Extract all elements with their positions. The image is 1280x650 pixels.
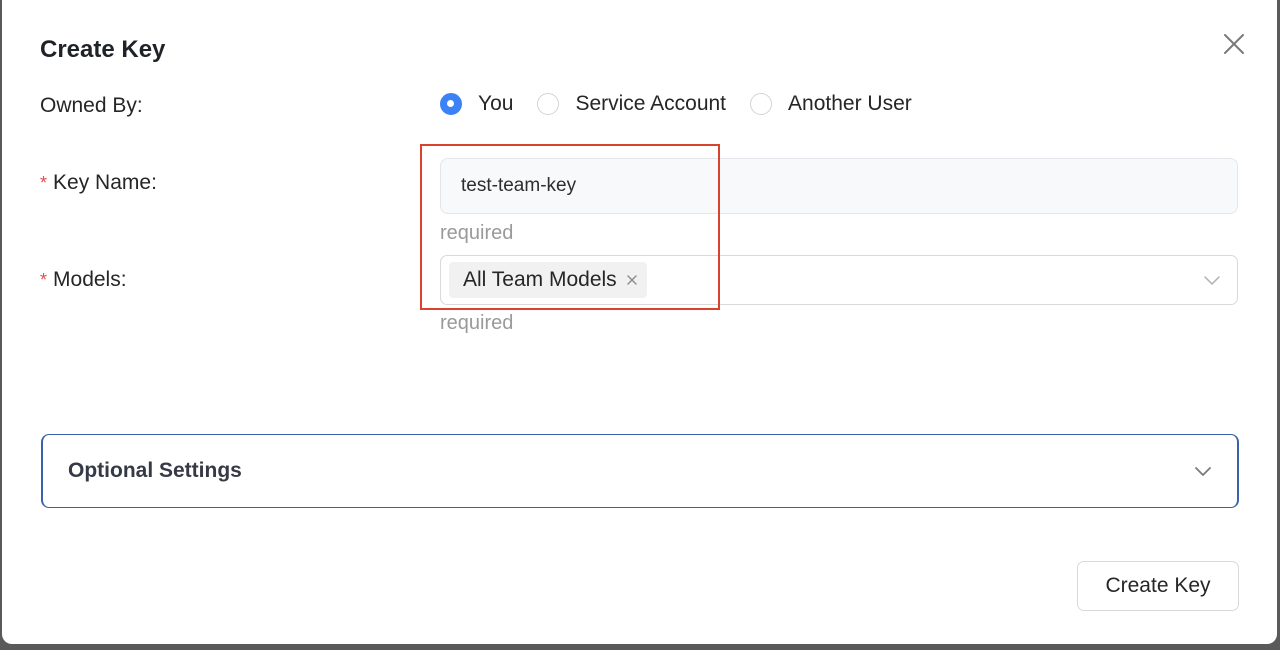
chevron-down-icon [1204, 276, 1220, 285]
create-key-dialog: Create Key Owned By: You Service Account… [2, 0, 1277, 644]
create-key-button[interactable]: Create Key [1077, 561, 1239, 611]
label-colon: : [136, 94, 143, 117]
models-help: required [440, 312, 514, 334]
radio-label-service-account: Service Account [575, 92, 727, 115]
dialog-title: Create Key [40, 36, 166, 63]
label-colon: : [151, 171, 157, 194]
tag-remove-button[interactable] [625, 273, 639, 287]
required-mark: * [40, 173, 48, 193]
owned-by-label: Owned By: [40, 94, 143, 118]
radio-unchecked-icon[interactable] [537, 93, 560, 115]
radio-label-another-user: Another User [788, 92, 912, 115]
radio-unchecked-icon[interactable] [750, 93, 773, 115]
model-tag-label: All Team Models [463, 268, 617, 291]
models-label: * Models: [40, 268, 127, 292]
close-icon [1224, 34, 1244, 54]
chevron-down-icon [1195, 467, 1211, 476]
model-tag: All Team Models [449, 262, 647, 298]
dropdown-arrow[interactable] [1203, 271, 1221, 294]
radio-you[interactable]: You [440, 92, 513, 116]
close-icon [626, 275, 637, 285]
key-name-input[interactable]: test-team-key [440, 158, 1238, 214]
radio-label-you: You [478, 92, 514, 115]
collapse-toggle[interactable] [1193, 461, 1213, 486]
owned-by-label-text: Owned By [40, 94, 137, 117]
owned-by-radio-group: You Service Account Another User [440, 92, 936, 116]
key-name-label-text: Key Name [53, 171, 152, 194]
radio-checked-icon[interactable] [440, 93, 462, 115]
label-colon: : [120, 268, 127, 291]
models-label-text: Models [53, 268, 121, 291]
optional-settings-title: Optional Settings [68, 459, 242, 482]
close-button[interactable] [1218, 28, 1250, 60]
key-name-help: required [440, 222, 514, 244]
radio-another-user[interactable]: Another User [750, 92, 912, 116]
key-name-label: * Key Name: [40, 171, 157, 195]
required-mark: * [40, 270, 48, 290]
radio-service-account[interactable]: Service Account [537, 92, 726, 116]
optional-settings-collapse[interactable]: Optional Settings [41, 434, 1239, 508]
models-select[interactable]: All Team Models [440, 255, 1238, 305]
